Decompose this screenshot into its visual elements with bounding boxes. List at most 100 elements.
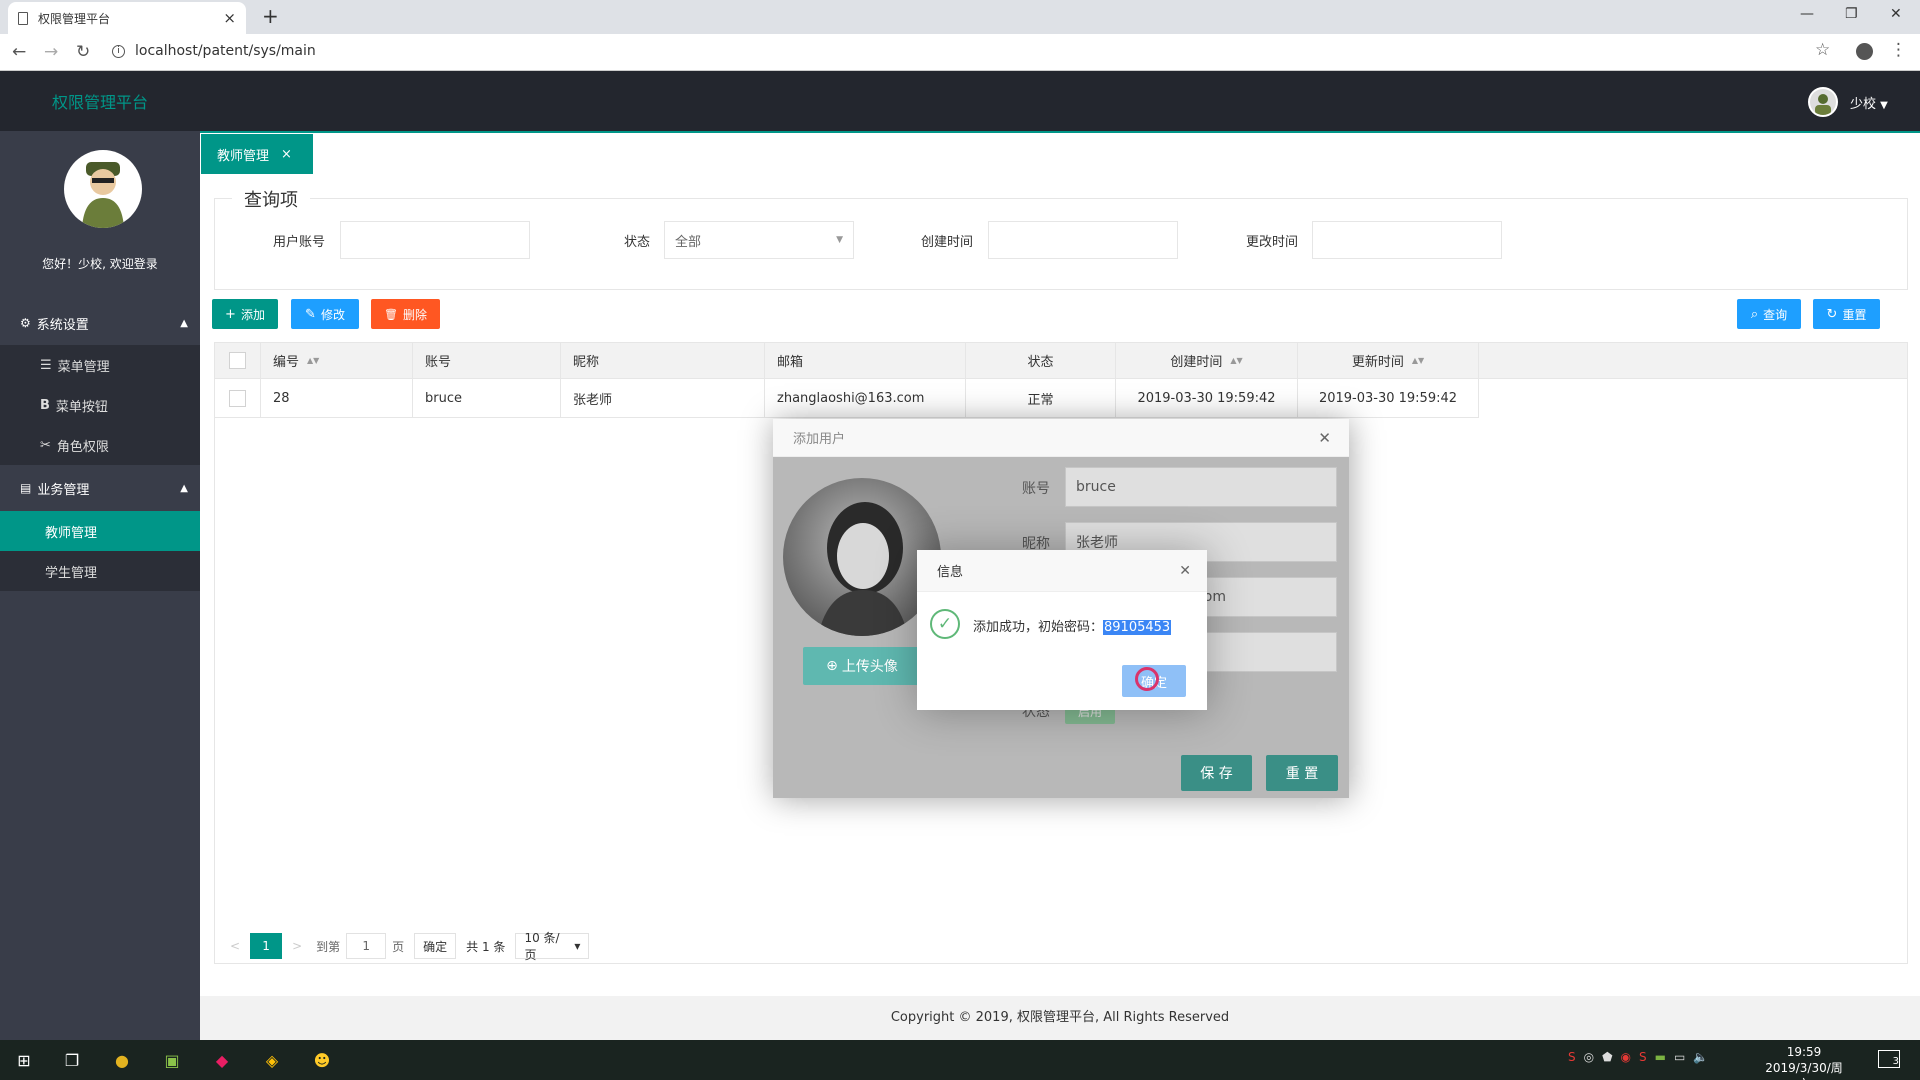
ide-icon[interactable]: ◆ [208, 1046, 236, 1074]
sidebar-item-role-permission[interactable]: ✂ 角色权限 [0, 425, 200, 465]
upload-avatar-button[interactable]: ⊕ 上传头像 [803, 647, 921, 685]
created-label: 创建时间 [920, 235, 973, 250]
prev-page-icon[interactable]: < [230, 939, 240, 953]
tray-icon[interactable]: S [1639, 1050, 1647, 1064]
edit-button[interactable]: ✎ 修改 [291, 299, 359, 329]
goto-confirm-button[interactable]: 确定 [414, 933, 457, 959]
chrome-icon[interactable]: ● [108, 1046, 136, 1074]
save-button[interactable]: 保 存 [1181, 755, 1252, 791]
battery-icon[interactable]: ▬ [1655, 1050, 1666, 1064]
app-icon[interactable]: ☻ [308, 1046, 336, 1074]
chevron-down-icon: ▼ [1880, 100, 1888, 111]
sidebar-item-menu-manage[interactable]: ☰ 菜单管理 [0, 345, 200, 385]
new-tab-button[interactable]: + [262, 4, 279, 28]
clock-time: 19:59 [1786, 1045, 1822, 1059]
column-updated[interactable]: 更新时间 ▲▼ [1298, 342, 1479, 379]
back-icon[interactable]: ← [12, 42, 26, 62]
table-row[interactable] [214, 379, 261, 418]
page-size-select[interactable]: 10 条/页 ▾ [515, 931, 590, 962]
edit-button-label: 修改 [320, 307, 345, 322]
tab-close-icon[interactable]: × [223, 9, 236, 27]
sidebar-group-system[interactable]: ⚙ 系统设置 ▲ [0, 302, 200, 344]
network-icon[interactable]: ▭ [1674, 1050, 1685, 1064]
app-icon[interactable]: ▣ [158, 1046, 186, 1074]
forward-icon[interactable]: → [44, 42, 58, 62]
column-created[interactable]: 创建时间 ▲▼ [1116, 342, 1298, 379]
column-label: 更新时间 [1351, 355, 1404, 370]
cell-created: 2019-03-30 19:59:42 [1116, 379, 1298, 418]
search-button[interactable]: ⌕ 查询 [1737, 299, 1801, 329]
cell-nickname: 张老师 [561, 379, 765, 418]
close-icon[interactable]: ✕ [1318, 429, 1331, 447]
clock-date: 2019/3/30/周六 [1765, 1061, 1843, 1080]
sort-icon[interactable]: ▲▼ [307, 356, 319, 364]
user-avatar[interactable] [1808, 87, 1838, 117]
task-view-icon[interactable]: ❐ [58, 1046, 86, 1074]
bookmark-star-icon[interactable]: ☆ [1815, 40, 1830, 60]
row-checkbox[interactable] [228, 389, 246, 407]
account-input[interactable] [340, 221, 530, 259]
browser-tab[interactable]: 权限管理平台 × [8, 2, 246, 34]
reload-icon[interactable]: ↻ [76, 42, 90, 62]
list-icon: ☰ [40, 357, 52, 373]
profile-icon[interactable] [1856, 43, 1873, 60]
wechat-icon[interactable]: ◎ [1584, 1050, 1594, 1064]
volume-icon[interactable]: 🔈 [1693, 1050, 1708, 1064]
column-status: 状态 [966, 342, 1116, 379]
initial-password[interactable]: 89105453 [1103, 620, 1172, 635]
browser-menu-icon[interactable]: ⋮ [1890, 40, 1907, 60]
cursor-click-indicator [1135, 667, 1159, 691]
column-account: 账号 [413, 342, 561, 379]
windows-start-icon[interactable]: ⊞ [10, 1046, 38, 1074]
sidebar-item-label: 角色权限 [56, 439, 109, 455]
upload-avatar-label: 上传头像 [841, 659, 898, 675]
sort-icon[interactable]: ▲▼ [1230, 356, 1242, 364]
page-1-button[interactable]: 1 [250, 933, 283, 959]
sidebar-item-teacher[interactable]: 教师管理 [0, 511, 200, 551]
system-clock[interactable]: 19:59 2019/3/30/周六 [1762, 1044, 1846, 1080]
chevron-down-icon: ▼ [836, 235, 843, 245]
close-icon[interactable]: × [281, 147, 292, 162]
pencil-icon: ✎ [305, 306, 316, 322]
add-button[interactable]: + 添加 [212, 299, 278, 329]
reset-button[interactable]: ↻ 重置 [1813, 299, 1880, 329]
dialog-account-input[interactable]: bruce [1065, 467, 1337, 507]
select-all-checkbox[interactable] [228, 352, 246, 369]
tray-icon[interactable]: S [1568, 1050, 1576, 1064]
maximize-icon[interactable]: ❐ [1845, 6, 1858, 22]
pagination: < 1 > 到第 1 页 确定 共 1 条 10 条/页 ▾ [230, 931, 595, 962]
record-icon[interactable]: ◉ [1621, 1050, 1631, 1064]
gear-icon: ⚙ [20, 316, 31, 330]
column-label: 编号 [273, 355, 300, 370]
sidebar-item-student[interactable]: 学生管理 [0, 551, 200, 591]
sort-icon[interactable]: ▲▼ [1412, 356, 1424, 364]
chevron-up-icon: ▲ [180, 317, 188, 329]
sidebar-item-menu-button[interactable]: B 菜单按钮 [0, 385, 200, 425]
app-brand[interactable]: 权限管理平台 [52, 89, 148, 113]
user-menu[interactable]: 少校 ▼ [1850, 93, 1888, 112]
sidebar-group-business[interactable]: ▤ 业务管理 ▲ [0, 467, 200, 509]
sidebar-item-label: 学生管理 [45, 565, 98, 581]
info-icon[interactable]: i [112, 44, 125, 58]
tab-teacher-manage[interactable]: 教师管理 × [201, 134, 313, 174]
dialog-reset-button[interactable]: 重 置 [1266, 755, 1338, 791]
minimize-icon[interactable]: — [1800, 6, 1814, 22]
url-field[interactable]: i localhost/patent/sys/main [112, 40, 316, 62]
tray-icon[interactable]: ⬟ [1602, 1050, 1612, 1064]
created-input[interactable] [988, 221, 1178, 259]
updated-input[interactable] [1312, 221, 1502, 259]
window-close-icon[interactable]: ✕ [1890, 6, 1902, 22]
status-select[interactable]: 全部 ▼ [664, 221, 854, 259]
message-body: 添加成功，初始密码： [973, 620, 1104, 635]
column-id[interactable]: 编号 ▲▼ [261, 342, 413, 379]
cell-status: 正常 [966, 379, 1116, 418]
close-icon[interactable]: ✕ [1179, 563, 1191, 579]
next-page-icon[interactable]: > [292, 939, 302, 953]
notification-icon[interactable]: 3 [1878, 1050, 1900, 1068]
app-icon[interactable]: ◈ [258, 1046, 286, 1074]
chevron-down-icon: ▾ [574, 939, 581, 953]
sidebar-item-label: 教师管理 [45, 525, 98, 541]
goto-page-input[interactable]: 1 [346, 933, 387, 959]
delete-button[interactable]: 🗑 删除 [371, 299, 440, 329]
column-label: 创建时间 [1170, 355, 1223, 370]
